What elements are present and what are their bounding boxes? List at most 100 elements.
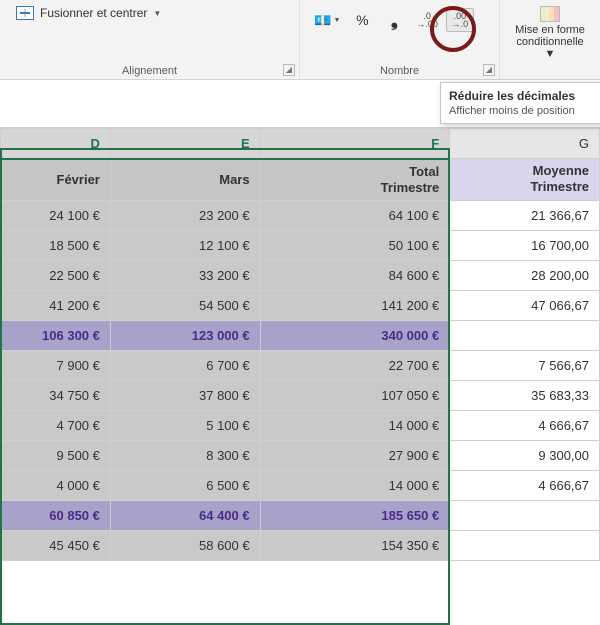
- increase-decimal-button[interactable]: .0→.00: [412, 8, 442, 32]
- table-row: 60 850 €64 400 €185 650 €: [1, 500, 600, 530]
- group-number: 💶▼ % ❟ .0→.00 .00→.0 Nombre ◢: [300, 0, 500, 79]
- tooltip-title: Réduire les décimales: [449, 89, 600, 103]
- cell[interactable]: 7 900 €: [1, 350, 111, 380]
- cell[interactable]: 185 650 €: [260, 500, 450, 530]
- percent-button[interactable]: %: [348, 8, 376, 32]
- comma-style-button[interactable]: ❟: [380, 8, 408, 32]
- cell[interactable]: 4 700 €: [1, 410, 111, 440]
- cell[interactable]: 22 700 €: [260, 350, 450, 380]
- table-row: 41 200 €54 500 €141 200 €47 066,67: [1, 290, 600, 320]
- cell[interactable]: 4 666,67: [450, 470, 600, 500]
- group-styles: Mise en forme conditionnelle ▼: [500, 0, 600, 79]
- conditional-formatting-icon: [540, 6, 560, 22]
- col-header-F[interactable]: F: [260, 129, 450, 159]
- cell[interactable]: 7 566,67: [450, 350, 600, 380]
- cell[interactable]: 58 600 €: [110, 530, 260, 560]
- cell[interactable]: 6 500 €: [110, 470, 260, 500]
- tooltip-body: Afficher moins de position: [449, 105, 600, 117]
- table-row: 9 500 €8 300 €27 900 €9 300,00: [1, 440, 600, 470]
- cell[interactable]: 34 750 €: [1, 380, 111, 410]
- cell[interactable]: 154 350 €: [260, 530, 450, 560]
- table-row: 22 500 €33 200 €84 600 €28 200,00: [1, 260, 600, 290]
- merge-center-button[interactable]: Fusionner et centrer ▼: [10, 4, 289, 22]
- cell[interactable]: 107 050 €: [260, 380, 450, 410]
- hdr-moyenne-trimestre[interactable]: MoyenneTrimestre: [450, 159, 600, 201]
- cond-line1: Mise en forme: [515, 24, 585, 36]
- cell[interactable]: 18 500 €: [1, 230, 111, 260]
- cell[interactable]: 41 200 €: [1, 290, 111, 320]
- table-header-row: Février Mars TotalTrimestre MoyenneTrime…: [1, 159, 600, 201]
- conditional-formatting-button[interactable]: Mise en forme conditionnelle ▼: [510, 4, 590, 62]
- cell[interactable]: 22 500 €: [1, 260, 111, 290]
- group-label-alignment: Alignement: [0, 65, 299, 77]
- dialog-launcher-alignment[interactable]: ◢: [283, 64, 295, 76]
- cell[interactable]: 12 100 €: [110, 230, 260, 260]
- table-row: 4 000 €6 500 €14 000 €4 666,67: [1, 470, 600, 500]
- hdr-total-trimestre[interactable]: TotalTrimestre: [260, 159, 450, 201]
- cell[interactable]: 64 400 €: [110, 500, 260, 530]
- comma-icon: ❟: [391, 10, 398, 31]
- cell[interactable]: 14 000 €: [260, 470, 450, 500]
- table-row: 34 750 €37 800 €107 050 €35 683,33: [1, 380, 600, 410]
- cell[interactable]: 64 100 €: [260, 200, 450, 230]
- chevron-down-icon: ▼: [333, 17, 340, 24]
- cell[interactable]: 123 000 €: [110, 320, 260, 350]
- cell[interactable]: 37 800 €: [110, 380, 260, 410]
- dialog-launcher-number[interactable]: ◢: [483, 64, 495, 76]
- cell[interactable]: 9 300,00: [450, 440, 600, 470]
- chevron-down-icon: ▼: [153, 9, 161, 18]
- cell[interactable]: 106 300 €: [1, 320, 111, 350]
- table-row: 24 100 €23 200 €64 100 €21 366,67: [1, 200, 600, 230]
- merge-center-icon: [16, 6, 34, 20]
- cell[interactable]: 340 000 €: [260, 320, 450, 350]
- cell[interactable]: 21 366,67: [450, 200, 600, 230]
- table-row: 7 900 €6 700 €22 700 €7 566,67: [1, 350, 600, 380]
- cell[interactable]: 33 200 €: [110, 260, 260, 290]
- cell[interactable]: 54 500 €: [110, 290, 260, 320]
- table-row: 106 300 €123 000 €340 000 €: [1, 320, 600, 350]
- tooltip-decrease-decimal: Réduire les décimales Afficher moins de …: [440, 82, 600, 124]
- col-header-D[interactable]: D: [1, 129, 111, 159]
- table-row: 18 500 €12 100 €50 100 €16 700,00: [1, 230, 600, 260]
- cell[interactable]: 14 000 €: [260, 410, 450, 440]
- hdr-mars[interactable]: Mars: [110, 159, 260, 201]
- worksheet-grid[interactable]: D E F G Février Mars TotalTrimestre Moye…: [0, 128, 600, 561]
- cell[interactable]: 8 300 €: [110, 440, 260, 470]
- cell[interactable]: 28 200,00: [450, 260, 600, 290]
- cell[interactable]: 5 100 €: [110, 410, 260, 440]
- table-row: 4 700 €5 100 €14 000 €4 666,67: [1, 410, 600, 440]
- cell[interactable]: 6 700 €: [110, 350, 260, 380]
- cell[interactable]: 23 200 €: [110, 200, 260, 230]
- group-label-number: Nombre: [300, 65, 499, 77]
- cell[interactable]: 47 066,67: [450, 290, 600, 320]
- cell[interactable]: 141 200 €: [260, 290, 450, 320]
- cell[interactable]: 24 100 €: [1, 200, 111, 230]
- cell[interactable]: [450, 500, 600, 530]
- cell[interactable]: [450, 320, 600, 350]
- hdr-fevrier[interactable]: Février: [1, 159, 111, 201]
- increase-decimal-icon: .0→.00: [416, 12, 438, 28]
- cell[interactable]: 45 450 €: [1, 530, 111, 560]
- col-header-G[interactable]: G: [450, 129, 600, 159]
- currency-icon: 💶: [314, 12, 331, 29]
- table-row: 45 450 €58 600 €154 350 €: [1, 530, 600, 560]
- accounting-format-button[interactable]: 💶▼: [310, 8, 344, 32]
- cell[interactable]: 9 500 €: [1, 440, 111, 470]
- cell[interactable]: [450, 530, 600, 560]
- cond-line2: conditionnelle ▼: [514, 36, 586, 60]
- merge-center-label: Fusionner et centrer: [40, 6, 147, 20]
- decrease-decimal-button[interactable]: .00→.0: [446, 8, 474, 32]
- col-header-E[interactable]: E: [110, 129, 260, 159]
- cell[interactable]: 27 900 €: [260, 440, 450, 470]
- group-alignment: Fusionner et centrer ▼ Alignement ◢: [0, 0, 300, 79]
- column-headers[interactable]: D E F G: [1, 129, 600, 159]
- cell[interactable]: 16 700,00: [450, 230, 600, 260]
- cell[interactable]: 50 100 €: [260, 230, 450, 260]
- cell[interactable]: 4 666,67: [450, 410, 600, 440]
- ribbon: Fusionner et centrer ▼ Alignement ◢ 💶▼ %…: [0, 0, 600, 80]
- decrease-decimal-icon: .00→.0: [452, 12, 469, 28]
- cell[interactable]: 4 000 €: [1, 470, 111, 500]
- cell[interactable]: 60 850 €: [1, 500, 111, 530]
- cell[interactable]: 35 683,33: [450, 380, 600, 410]
- cell[interactable]: 84 600 €: [260, 260, 450, 290]
